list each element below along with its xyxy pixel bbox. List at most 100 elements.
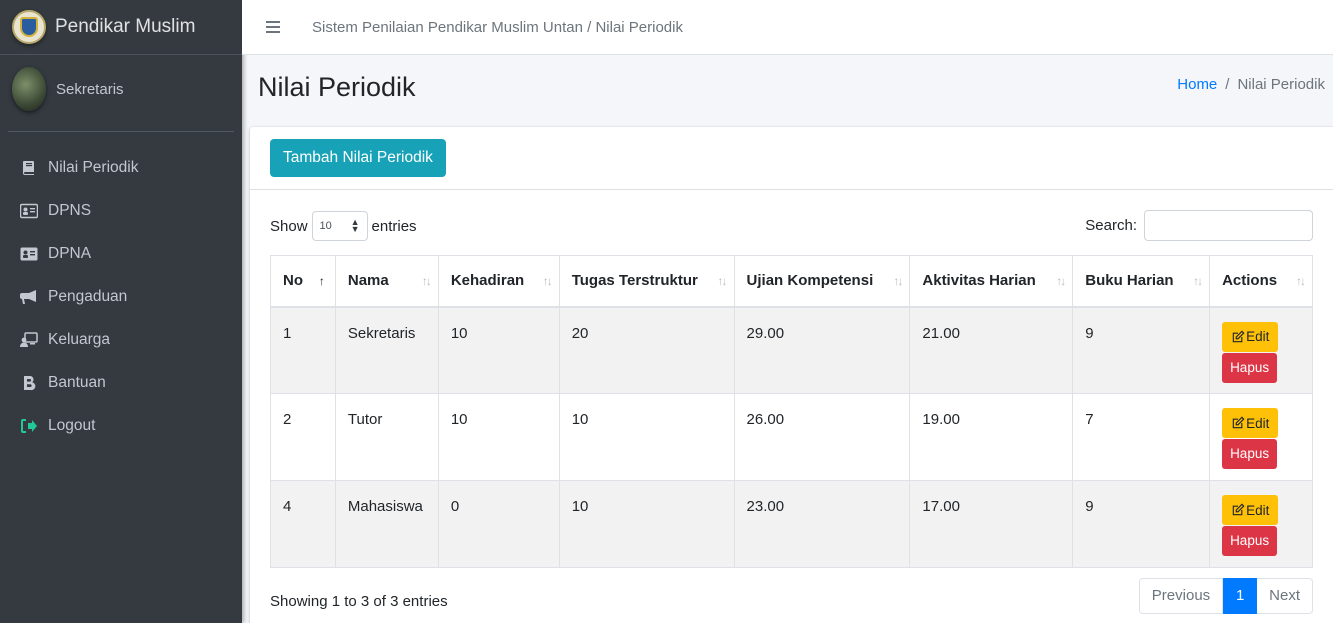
brand-link[interactable]: Pendikar Muslim xyxy=(0,0,242,55)
delete-button[interactable]: Hapus xyxy=(1222,352,1278,383)
sidebar-item-label: Keluarga xyxy=(48,330,111,348)
nilai-periodik-card: Tambah Nilai Periodik Show 10 ▲ ▼ entries… xyxy=(250,127,1333,623)
table-row: 2 Tutor 10 10 26.00 19.00 7 Edit Hapus xyxy=(270,393,1313,481)
entries-select-value: 10 xyxy=(319,220,332,232)
book-icon xyxy=(20,160,38,176)
page-1-button[interactable]: 1 xyxy=(1223,578,1258,614)
cell-tugas: 10 xyxy=(558,480,735,568)
sidebar-item-label: Bantuan xyxy=(48,373,106,391)
sidebar-item-label: Logout xyxy=(48,416,96,434)
next-page-button[interactable]: Next xyxy=(1257,578,1313,614)
nilai-periodik-table: No ↑ Nama ↑↓ Kehadiran ↑↓ Tugas Terstruktur… xyxy=(270,255,1313,568)
column-header-label: Actions xyxy=(1222,272,1278,290)
sidebar-item-label: DPNS xyxy=(48,201,92,219)
search-control: Search: xyxy=(1085,210,1313,241)
cell-kehadiran: 10 xyxy=(437,306,560,394)
select-arrows-icon: ▲ ▼ xyxy=(350,217,360,234)
breadcrumb-separator: / xyxy=(1225,76,1230,93)
table-info: Showing 1 to 3 of 3 entries xyxy=(270,593,448,610)
chalkboard-teacher-icon xyxy=(20,331,38,348)
cell-kehadiran: 10 xyxy=(437,393,560,481)
top-navbar: Sistem Penilaian Pendikar Muslim Untan /… xyxy=(242,0,1333,55)
sidebar-item-dpna[interactable]: DPNA xyxy=(0,232,242,275)
cell-nama: Tutor xyxy=(334,393,439,481)
edit-button[interactable]: Edit xyxy=(1222,495,1279,525)
column-header-label: Aktivitas Harian xyxy=(922,272,1036,290)
column-header-tugas-terstruktur[interactable]: Tugas Terstruktur ↑↓ xyxy=(558,255,735,308)
cell-buku: 9 xyxy=(1072,480,1211,568)
cell-tugas: 10 xyxy=(558,393,735,481)
cell-aktivitas: 21.00 xyxy=(909,306,1074,394)
cell-nama: Sekretaris xyxy=(334,306,439,394)
pagination: Previous 1 Next xyxy=(1138,578,1313,614)
table-row: 4 Mahasiswa 0 10 23.00 17.00 9 Edit Hapu… xyxy=(270,480,1313,568)
sidebar-item-bantuan[interactable]: Bantuan xyxy=(0,361,242,404)
sort-icon: ↑↓ xyxy=(893,273,903,288)
sidebar-item-dpns[interactable]: DPNS xyxy=(0,189,242,232)
sidebar-item-keluarga[interactable]: Keluarga xyxy=(0,318,242,361)
cell-actions: Edit Hapus xyxy=(1209,393,1313,481)
column-header-ujian-kompetensi[interactable]: Ujian Kompetensi ↑↓ xyxy=(733,255,911,308)
cell-no: 1 xyxy=(270,306,336,394)
entries-label: entries xyxy=(371,217,417,235)
menu-toggle-icon[interactable] xyxy=(266,21,280,33)
cell-ujian: 23.00 xyxy=(733,480,911,568)
edit-icon xyxy=(1232,503,1245,516)
cell-aktivitas: 17.00 xyxy=(909,480,1074,568)
sidebar-item-label: DPNA xyxy=(48,244,92,262)
sidebar-item-logout[interactable]: Logout xyxy=(0,404,242,447)
sidebar-nav: Nilai Periodik DPNS DPNA Pengaduan Kelua… xyxy=(0,132,242,447)
cell-no: 4 xyxy=(270,480,336,568)
entries-select[interactable]: 10 ▲ ▼ xyxy=(311,211,368,241)
avatar xyxy=(12,67,46,111)
sidebar: Pendikar Muslim Sekretaris Nilai Periodi… xyxy=(0,0,242,623)
edit-label: Edit xyxy=(1246,502,1270,518)
cell-aktivitas: 19.00 xyxy=(909,393,1074,481)
sort-icon: ↑↓ xyxy=(1296,273,1306,288)
edit-button[interactable]: Edit xyxy=(1222,321,1279,352)
table-row: 1 Sekretaris 10 20 29.00 21.00 9 Edit Ha… xyxy=(270,306,1313,394)
sort-icon: ↑↓ xyxy=(421,273,432,288)
column-header-kehadiran[interactable]: Kehadiran ↑↓ xyxy=(437,255,560,308)
search-label: Search: xyxy=(1085,217,1137,234)
add-nilai-periodik-button[interactable]: Tambah Nilai Periodik xyxy=(270,139,446,177)
cell-nama: Mahasiswa xyxy=(334,480,439,568)
cell-ujian: 29.00 xyxy=(733,306,911,394)
column-header-label: Buku Harian xyxy=(1085,272,1174,290)
previous-page-button[interactable]: Previous xyxy=(1138,578,1224,614)
sort-icon: ↑↓ xyxy=(1056,273,1066,288)
cell-tugas: 20 xyxy=(558,306,735,394)
cell-actions: Edit Hapus xyxy=(1209,480,1313,568)
user-panel: Sekretaris xyxy=(8,55,234,132)
sidebar-item-label: Nilai Periodik xyxy=(48,158,139,176)
edit-label: Edit xyxy=(1246,415,1270,431)
sign-out-icon xyxy=(20,418,38,434)
id-card-icon xyxy=(20,203,38,219)
column-header-aktivitas-harian[interactable]: Aktivitas Harian ↑↓ xyxy=(909,255,1074,308)
search-input[interactable] xyxy=(1144,210,1313,241)
edit-icon xyxy=(1232,330,1245,342)
table-header-row: No ↑ Nama ↑↓ Kehadiran ↑↓ Tugas Terstruktur… xyxy=(270,255,1313,308)
sidebar-item-pengaduan[interactable]: Pengaduan xyxy=(0,275,242,318)
bold-b-icon xyxy=(20,375,38,391)
delete-button[interactable]: Hapus xyxy=(1222,526,1278,556)
brand-logo-icon xyxy=(12,10,46,44)
column-header-label: Ujian Kompetensi xyxy=(746,272,874,290)
cell-actions: Edit Hapus xyxy=(1209,306,1313,394)
column-header-label: Tugas Terstruktur xyxy=(571,272,698,290)
breadcrumb-home-link[interactable]: Home xyxy=(1177,76,1217,93)
sidebar-item-nilai-periodik[interactable]: Nilai Periodik xyxy=(0,146,242,189)
app-title: Sistem Penilaian Pendikar Muslim Untan /… xyxy=(312,18,683,36)
column-header-actions[interactable]: Actions ↑↓ xyxy=(1209,255,1313,308)
cell-buku: 9 xyxy=(1072,306,1211,394)
cell-no: 2 xyxy=(270,393,336,481)
column-header-buku-harian[interactable]: Buku Harian ↑↓ xyxy=(1072,255,1211,308)
edit-button[interactable]: Edit xyxy=(1222,408,1279,438)
delete-button[interactable]: Hapus xyxy=(1222,439,1278,469)
user-name[interactable]: Sekretaris xyxy=(56,81,124,98)
breadcrumb-current: Nilai Periodik xyxy=(1237,76,1325,93)
column-header-nama[interactable]: Nama ↑↓ xyxy=(334,255,439,308)
sort-ascending-icon: ↑ xyxy=(318,273,325,288)
column-header-no[interactable]: No ↑ xyxy=(270,255,336,308)
cell-buku: 7 xyxy=(1072,393,1211,481)
